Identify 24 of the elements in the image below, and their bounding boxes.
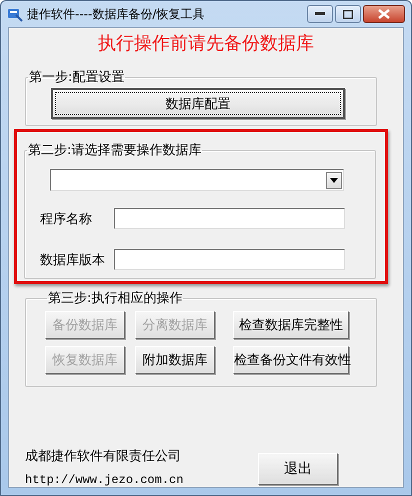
config-button[interactable]: 数据库配置 (51, 88, 345, 119)
action-button[interactable]: 检查数据库完整性 (233, 311, 349, 339)
action-button[interactable]: 检查备份文件有效性 (233, 346, 349, 374)
warning-text: 执行操作前请先备份数据库 (97, 33, 315, 55)
maximize-button[interactable] (335, 5, 361, 23)
group-title: 第三步:执行相应的操作 (47, 290, 184, 307)
minimize-icon (315, 12, 325, 16)
action-button[interactable]: 附加数据库 (135, 346, 215, 374)
exit-button[interactable]: 退出 (258, 453, 338, 485)
window-title: 捷作软件----数据库备份/恢复工具 (27, 6, 206, 22)
minimize-button[interactable] (307, 5, 333, 23)
close-icon (378, 9, 390, 19)
website-url: http://www.jezo.com.cn (25, 473, 184, 487)
input-field[interactable] (114, 249, 345, 270)
maximize-icon (343, 10, 353, 18)
field-label: 程序名称 (40, 210, 93, 228)
caret-icon (330, 178, 338, 182)
group-title: 第二步:请选择需要操作数据库 (27, 142, 202, 159)
close-button[interactable] (363, 5, 405, 23)
field-label: 数据库版本 (40, 252, 106, 268)
database-dropdown[interactable] (50, 169, 344, 191)
company-name: 成都捷作软件有限责任公司 (25, 448, 182, 465)
input-field[interactable] (114, 208, 345, 229)
group-title: 第一步:配置设置 (28, 69, 126, 86)
